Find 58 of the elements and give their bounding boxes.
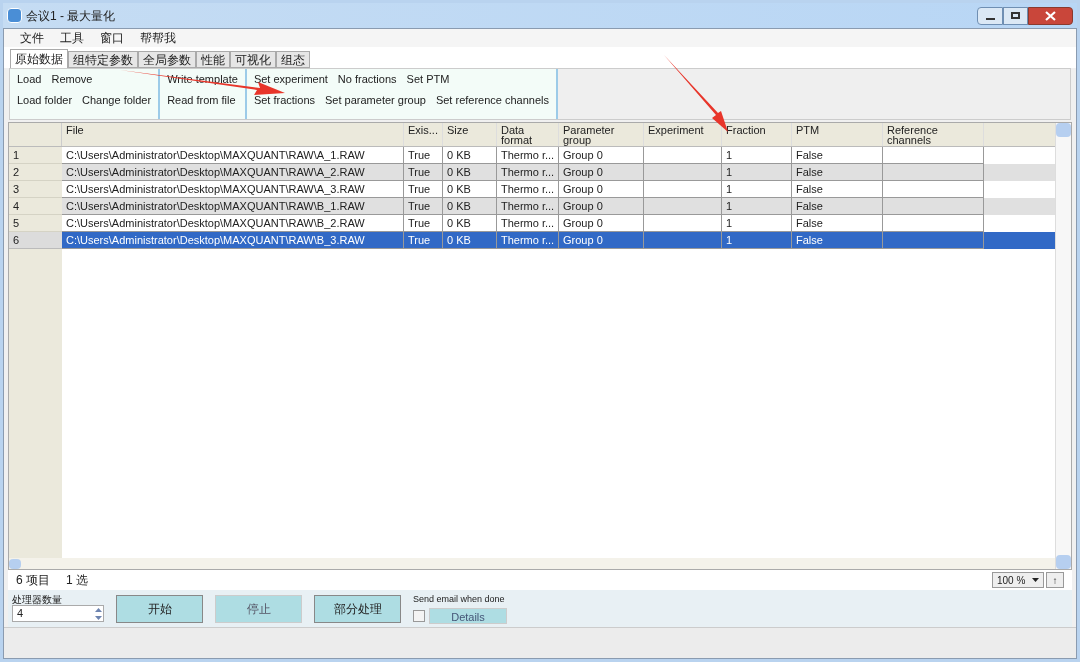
- ribbon-button[interactable]: Set PTM: [403, 71, 453, 88]
- threads-spinner[interactable]: 4: [12, 605, 104, 622]
- menu-item[interactable]: 帮帮我: [140, 29, 176, 47]
- caret-icon: [1032, 578, 1039, 582]
- table-cell: Group 0: [559, 232, 644, 249]
- email-label: Send email when done: [413, 593, 506, 607]
- table-cell: 0 KB: [443, 232, 497, 249]
- close-icon: [1045, 10, 1056, 21]
- close-button[interactable]: [1028, 6, 1073, 25]
- tab[interactable]: 性能: [196, 51, 230, 68]
- tab[interactable]: 组特定参数: [68, 51, 138, 68]
- column-header[interactable]: Size: [443, 123, 497, 146]
- horizontal-scrollbar[interactable]: [9, 558, 1055, 569]
- ribbon-button[interactable]: Set reference channels: [432, 92, 553, 109]
- ribbon-button[interactable]: No fractions: [334, 71, 400, 88]
- column-header[interactable]: PTM: [792, 123, 883, 146]
- ribbon-button[interactable]: Set parameter group: [322, 92, 429, 109]
- vertical-scrollbar[interactable]: [1055, 123, 1071, 569]
- menu-item[interactable]: 窗口: [100, 29, 124, 47]
- item-count: 6 项目: [16, 572, 50, 589]
- details-button[interactable]: Details: [429, 607, 507, 624]
- tab[interactable]: 原始数据: [10, 49, 68, 68]
- table-cell: False: [792, 232, 883, 249]
- ribbon-button[interactable]: Change folder: [79, 92, 155, 109]
- tab[interactable]: 全局参数: [138, 51, 196, 68]
- ribbon-button[interactable]: Read from file: [164, 92, 239, 109]
- row-header[interactable]: 6: [9, 232, 62, 249]
- tab[interactable]: 组态: [276, 51, 310, 68]
- column-header[interactable]: Reference channels: [883, 123, 984, 146]
- table-cell: Thermo r...: [497, 232, 559, 249]
- ribbon-button[interactable]: Load folder: [14, 92, 76, 109]
- zoom-dropdown[interactable]: 100 %: [992, 572, 1044, 588]
- tab[interactable]: 可视化: [230, 51, 276, 68]
- action-button[interactable]: 停止: [215, 594, 302, 623]
- column-header[interactable]: Parameter group: [559, 123, 644, 146]
- ribbon-button[interactable]: Load: [14, 71, 45, 88]
- selection-count: 1 选: [66, 572, 89, 589]
- ribbon-button[interactable]: Remove: [48, 71, 96, 88]
- window-title: 会议1 - 最大量化: [26, 7, 116, 25]
- ribbon-button[interactable]: Set experiment: [250, 71, 331, 88]
- column-header[interactable]: Data format: [497, 123, 559, 146]
- ribbon-button[interactable]: Set fractions: [250, 92, 318, 109]
- email-checkbox[interactable]: [413, 609, 425, 622]
- column-header[interactable]: Exis...: [404, 123, 443, 146]
- minimize-button[interactable]: [977, 6, 1003, 25]
- maximize-button[interactable]: [1003, 6, 1028, 25]
- table-cell: 1: [722, 232, 792, 249]
- threads-label: 处理器数量: [12, 595, 63, 605]
- app-icon: [7, 8, 22, 23]
- menu-item[interactable]: 工具: [60, 29, 84, 47]
- column-header[interactable]: File: [62, 123, 404, 146]
- action-button[interactable]: 开始: [116, 594, 203, 623]
- spinner-arrows-icon: [94, 606, 103, 621]
- table-cell: True: [404, 232, 443, 249]
- table-cell: C:\Users\Administrator\Desktop\MAXQUANT\RAW\B_3.RAW: [62, 232, 404, 249]
- menu-item[interactable]: 文件: [20, 29, 44, 47]
- up-button[interactable]: ↑: [1046, 572, 1064, 588]
- action-button[interactable]: 部分处理: [314, 594, 401, 623]
